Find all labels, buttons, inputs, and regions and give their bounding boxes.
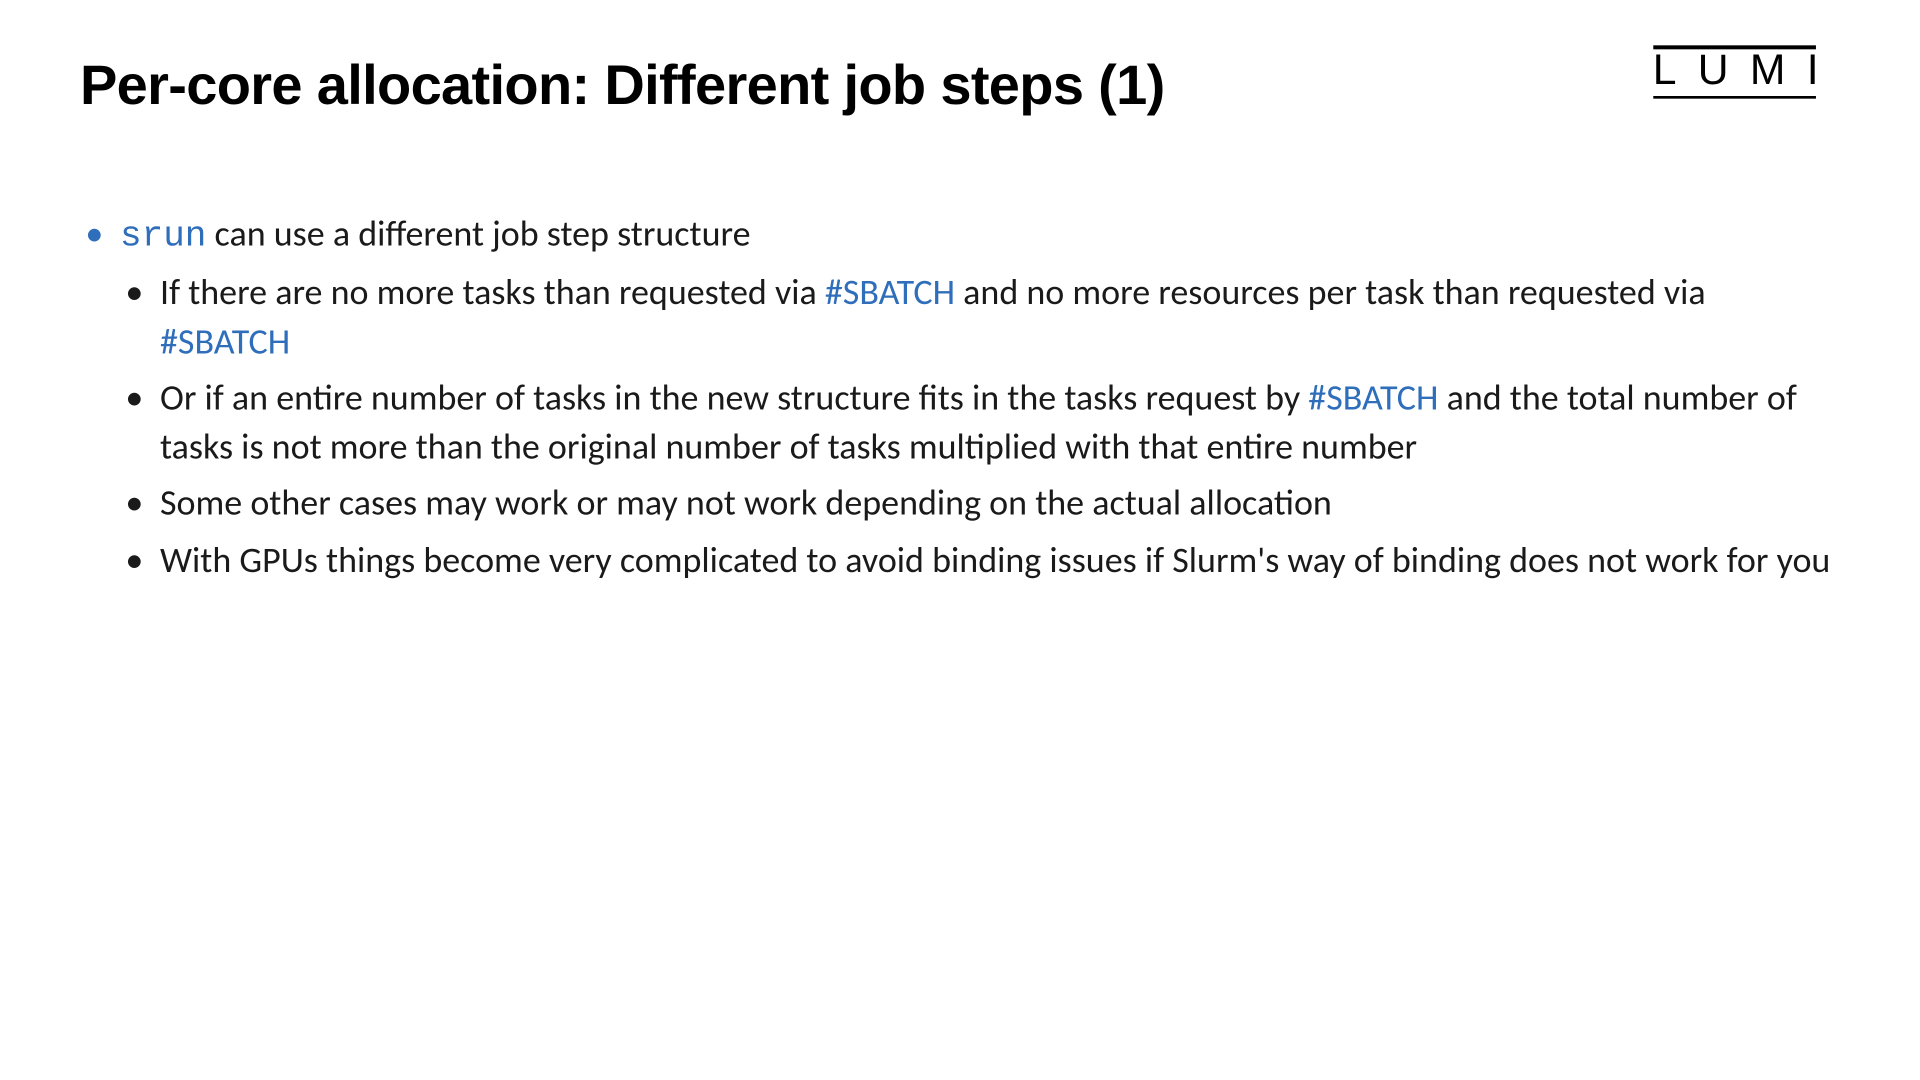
bullet-list-lvl2: If there are no more tasks than requeste… (120, 270, 1840, 585)
code-srun: srun (120, 217, 206, 257)
text: With GPUs things become very complicated… (160, 538, 1830, 582)
text: If there are no more tasks than requeste… (160, 271, 825, 315)
text: Or if an entire number of tasks in the n… (160, 376, 1308, 420)
bullet-lvl2-item: If there are no more tasks than requeste… (120, 270, 1840, 367)
accent-sbatch: #SBATCH (1308, 376, 1438, 420)
accent-sbatch: #SBATCH (160, 320, 290, 364)
slide-body: srun can use a different job step struct… (80, 211, 1840, 586)
bullet-lvl2-item: Or if an entire number of tasks in the n… (120, 375, 1840, 472)
slide-title: Per-core allocation: Different job steps… (80, 53, 1165, 117)
bullet1-text: can use a different job step structure (206, 212, 750, 256)
header: Per-core allocation: Different job steps… (80, 53, 1840, 117)
text: and no more resources per task than requ… (955, 271, 1706, 315)
text: Some other cases may work or may not wor… (160, 482, 1332, 526)
bullet-list-lvl1: srun can use a different job step struct… (80, 211, 1840, 586)
lumi-logo: LUMI (1653, 45, 1840, 98)
bullet-lvl2-item: With GPUs things become very complicated… (120, 537, 1840, 586)
slide: Per-core allocation: Different job steps… (0, 0, 1920, 1080)
bullet-lvl1-item: srun can use a different job step struct… (80, 211, 1840, 586)
bullet-lvl2-item: Some other cases may work or may not wor… (120, 480, 1840, 529)
accent-sbatch: #SBATCH (825, 271, 955, 315)
